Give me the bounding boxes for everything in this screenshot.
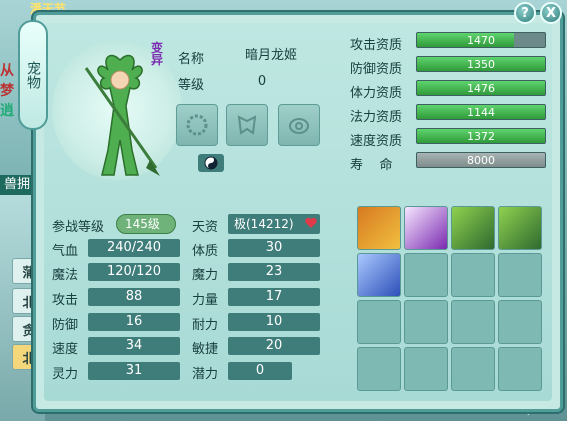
skill-slot[interactable] <box>357 300 401 344</box>
aptitude-label: 天资 <box>192 220 219 235</box>
stat-label: 气血 <box>52 244 79 259</box>
skill-5-icon <box>358 254 400 296</box>
attribute-label: 潜力 <box>192 367 219 382</box>
skill-slot[interactable] <box>357 206 401 250</box>
battle-level-badge: 145级 <box>116 214 176 234</box>
quality-label: 攻击资质 <box>350 38 403 53</box>
quality-bar-attack: 1470 <box>416 32 546 48</box>
equip-slot-collar[interactable] <box>176 104 218 146</box>
background-side-char: 梦 <box>0 83 14 99</box>
quality-label: 速度资质 <box>350 134 403 149</box>
pet-name-label: 名称 <box>178 52 205 67</box>
attribute-value: 17 <box>228 288 320 306</box>
skill-slot[interactable] <box>404 300 448 344</box>
attribute-label: 力量 <box>192 293 219 308</box>
skill-3-icon <box>452 207 494 249</box>
stat-label: 魔法 <box>52 268 79 283</box>
skill-1-icon <box>358 207 400 249</box>
background-side-char: 逍 <box>0 103 14 119</box>
quality-label: 法力资质 <box>350 110 403 125</box>
attribute-label: 体质 <box>192 244 219 259</box>
skill-4-icon <box>499 207 541 249</box>
attribute-value: 0 <box>228 362 292 380</box>
skill-slot[interactable] <box>357 347 401 391</box>
mutation-badge: 变异 <box>150 41 163 67</box>
skill-slot[interactable] <box>451 347 495 391</box>
equip-slot-charm[interactable] <box>278 104 320 146</box>
close-icon[interactable]: X <box>540 2 562 24</box>
quality-bar-lifespan: 8000 <box>416 152 546 168</box>
attribute-value: 30 <box>228 239 320 257</box>
stat-label: 防御 <box>52 318 79 333</box>
quality-bar-magic: 1144 <box>416 104 546 120</box>
help-icon[interactable]: ? <box>514 2 536 24</box>
skill-slot[interactable] <box>404 206 448 250</box>
quality-bar-stamina: 1476 <box>416 80 546 96</box>
charm-icon <box>289 118 309 134</box>
stat-value: 16 <box>88 313 180 331</box>
skill-slot[interactable] <box>451 300 495 344</box>
attribute-value: 20 <box>228 337 320 355</box>
quality-bar-defense: 1350 <box>416 56 546 72</box>
quality-label: 寿 命 <box>350 158 393 173</box>
stat-label: 攻击 <box>52 293 79 308</box>
attribute-value: 23 <box>228 263 320 281</box>
battle-level-label: 参战等级 <box>52 220 105 235</box>
background-side-char: 从 <box>0 63 14 79</box>
stat-value: 240/240 <box>88 239 180 257</box>
skill-slot[interactable] <box>498 347 542 391</box>
stat-label: 灵力 <box>52 367 79 382</box>
attribute-label: 耐力 <box>192 318 219 333</box>
pet-level-label: 等级 <box>178 78 205 93</box>
stat-value: 88 <box>88 288 180 306</box>
stat-value: 120/120 <box>88 263 180 281</box>
collar-icon <box>186 114 208 136</box>
attribute-label: 魔力 <box>192 268 219 283</box>
attribute-value: 10 <box>228 313 320 331</box>
skill-slot[interactable] <box>451 206 495 250</box>
quality-label: 体力资质 <box>350 86 403 101</box>
stat-value: 34 <box>88 337 180 355</box>
pet-name-value[interactable]: 暗月龙姬 <box>222 46 320 66</box>
skill-slot[interactable] <box>404 253 448 297</box>
skill-slot[interactable] <box>498 300 542 344</box>
tab-pet[interactable]: 宠物 <box>18 20 48 130</box>
stat-value: 31 <box>88 362 180 380</box>
heart-icon <box>305 217 317 228</box>
skill-slot[interactable] <box>498 253 542 297</box>
skill-slot[interactable] <box>498 206 542 250</box>
quality-label: 防御资质 <box>350 62 403 77</box>
attribute-label: 敏捷 <box>192 342 219 357</box>
yin-yang-button[interactable] <box>198 154 224 172</box>
pet-level-value: 0 <box>257 74 267 89</box>
tab-pet-label: 宠物 <box>25 61 41 89</box>
stat-label: 速度 <box>52 342 79 357</box>
yin-yang-icon <box>204 156 218 170</box>
skill-slot[interactable] <box>451 253 495 297</box>
skill-slot[interactable] <box>357 253 401 297</box>
armor-icon <box>237 115 257 135</box>
quality-bar-speed: 1372 <box>416 128 546 144</box>
skill-slot[interactable] <box>404 347 448 391</box>
skill-2-icon <box>405 207 447 249</box>
equip-slot-armor[interactable] <box>226 104 268 146</box>
